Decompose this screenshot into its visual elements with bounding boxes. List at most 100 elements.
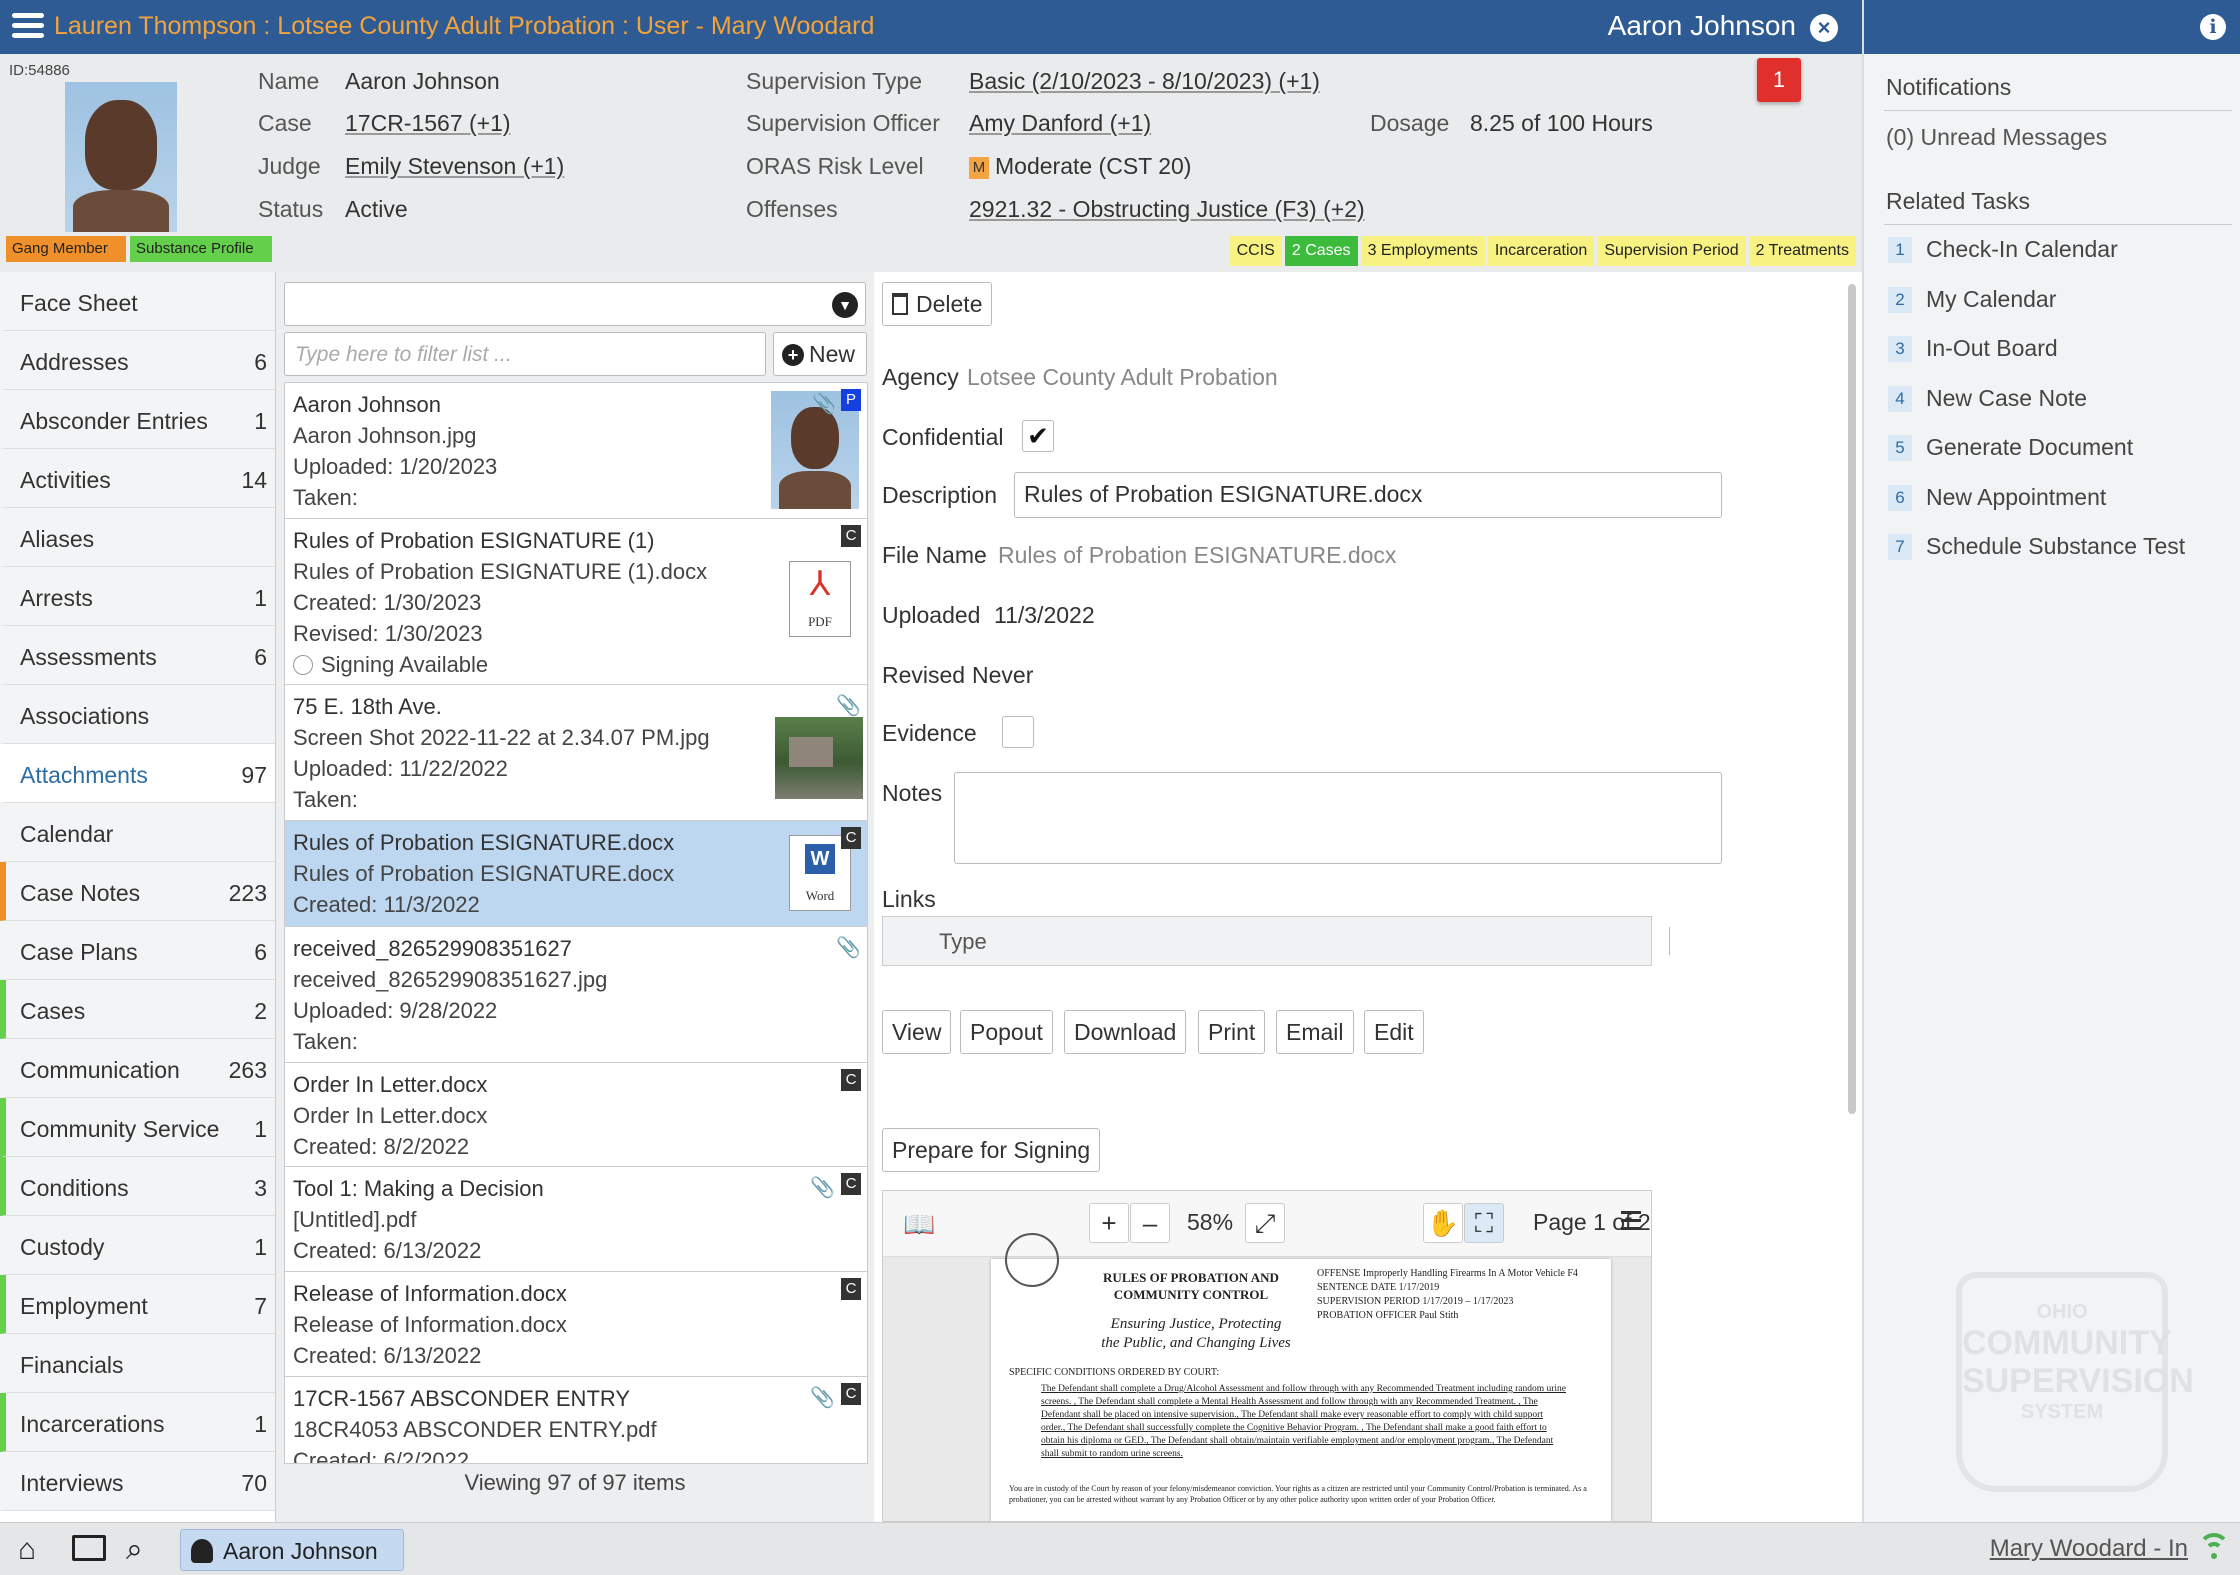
pan-hand-icon[interactable]: ✋ <box>1423 1203 1463 1243</box>
supervision-officer-label: Supervision Officer <box>746 110 940 136</box>
home-icon[interactable]: ⌂ <box>18 1533 36 1567</box>
supervision-type-link[interactable]: Basic (2/10/2023 - 8/10/2023) (+1) <box>969 68 1320 95</box>
dosage-label: Dosage <box>1370 110 1450 136</box>
print-button[interactable]: Print <box>1198 1010 1266 1054</box>
signing-available-radio[interactable]: Signing Available <box>293 649 859 680</box>
popout-button[interactable]: Popout <box>960 1010 1053 1054</box>
offenses-link[interactable]: 2921.32 - Obstructing Justice (F3) (+2) <box>969 196 1365 223</box>
list-item[interactable]: 17CR-1567 ABSCONDER ENTRY 18CR4053 ABSCO… <box>285 1377 867 1463</box>
nav-item-custody[interactable]: Custody 1 <box>0 1216 275 1275</box>
case-link[interactable]: 17CR-1567 (+1) <box>345 110 511 137</box>
nav-item-associations[interactable]: Associations <box>0 685 275 744</box>
description-input[interactable]: Rules of Probation ESIGNATURE.docx <box>1014 472 1722 518</box>
judge-link[interactable]: Emily Stevenson (+1) <box>345 153 564 180</box>
evidence-checkbox[interactable] <box>1002 716 1034 748</box>
open-client-tab[interactable]: Aaron Johnson <box>180 1529 404 1571</box>
list-item[interactable]: Aaron Johnson Aaron Johnson.jpg Uploaded… <box>285 383 867 519</box>
nav-item-conditions[interactable]: Conditions 3 <box>0 1157 275 1216</box>
task-check-in-calendar[interactable]: 1 Check-In Calendar <box>1888 236 2118 263</box>
notification-count-badge[interactable]: 1 <box>1757 58 1801 102</box>
view-button[interactable]: View <box>882 1010 952 1054</box>
doc-motto-line-2: the Public, and Changing Lives <box>1101 1335 1291 1351</box>
task-my-calendar[interactable]: 2 My Calendar <box>1888 286 2056 313</box>
menu-icon[interactable] <box>12 10 44 42</box>
task-number: 6 <box>1888 485 1912 511</box>
nav-item-activities[interactable]: Activities 14 <box>0 449 275 508</box>
doc-offense: OFFENSE Improperly Handling Firearms In … <box>1317 1268 1578 1279</box>
list-item[interactable]: Rules of Probation ESIGNATURE (1) Rules … <box>285 519 867 685</box>
nav-item-aliases[interactable]: Aliases <box>0 508 275 567</box>
badge-substance-profile[interactable]: Substance Profile <box>130 236 272 262</box>
user-status-link[interactable]: Mary Woodard - In <box>1990 1535 2188 1563</box>
nav-label: Community Service <box>20 1116 220 1142</box>
links-type-header[interactable]: Type <box>939 929 987 955</box>
task-schedule-substance-test[interactable]: 7 Schedule Substance Test <box>1888 533 2185 560</box>
filter-input[interactable]: Type here to filter list ... <box>284 332 766 376</box>
list-item[interactable]: Order In Letter.docx Order In Letter.doc… <box>285 1063 867 1167</box>
oras-value[interactable]: M Moderate (CST 20) <box>969 153 1191 180</box>
task-number: 5 <box>1888 435 1912 461</box>
nav-item-case-notes[interactable]: Case Notes 223 <box>0 862 275 921</box>
doc-section-heading: SPECIFIC CONDITIONS ORDERED BY COURT: <box>1009 1367 1220 1378</box>
info-icon[interactable]: i <box>2200 14 2226 40</box>
task-new-case-note[interactable]: 4 New Case Note <box>1888 385 2087 412</box>
fit-page-icon[interactable]: ⛶ <box>1464 1203 1504 1243</box>
nav-item-attachments[interactable]: Attachments 97 <box>0 744 275 803</box>
list-item[interactable]: Tool 1: Making a Decision [Untitled].pdf… <box>285 1167 867 1272</box>
email-button[interactable]: Email <box>1276 1010 1354 1054</box>
nav-item-addresses[interactable]: Addresses 6 <box>0 331 275 390</box>
nav-item-cases[interactable]: Cases 2 <box>0 980 275 1039</box>
nav-count: 14 <box>241 467 267 493</box>
evidence-label: Evidence <box>882 720 977 746</box>
confidential-checkbox[interactable]: ✔ <box>1022 420 1054 452</box>
badge-gang-member[interactable]: Gang Member <box>6 236 126 262</box>
detail-scrollbar[interactable] <box>1848 284 1856 1114</box>
close-client-icon[interactable]: × <box>1810 14 1838 42</box>
tag-supervision-period[interactable]: Supervision Period <box>1597 236 1746 266</box>
list-item[interactable]: 75 E. 18th Ave. Screen Shot 2022-11-22 a… <box>285 685 867 821</box>
nav-item-interviews[interactable]: Interviews 70 <box>0 1452 275 1511</box>
nav-item-community-service[interactable]: Community Service 1 <box>0 1098 275 1157</box>
edit-button[interactable]: Edit <box>1364 1010 1424 1054</box>
nav-item-absconder-entries[interactable]: Absconder Entries 1 <box>0 390 275 449</box>
nav-item-arrests[interactable]: Arrests 1 <box>0 567 275 626</box>
nav-item-case-plans[interactable]: Case Plans 6 <box>0 921 275 980</box>
viewer-menu-icon[interactable] <box>1621 1211 1641 1230</box>
attachment-type-select[interactable]: ▼ <box>284 282 866 326</box>
tag-incarceration[interactable]: Incarceration <box>1487 236 1595 266</box>
tag-cases[interactable]: 2 Cases <box>1284 236 1358 266</box>
list-item[interactable]: Release of Information.docx Release of I… <box>285 1272 867 1377</box>
nav-label: Interviews <box>20 1470 124 1496</box>
task-new-appointment[interactable]: 6 New Appointment <box>1888 484 2106 511</box>
nav-item-employment[interactable]: Employment 7 <box>0 1275 275 1334</box>
list-item-selected[interactable]: Rules of Probation ESIGNATURE.docx Rules… <box>285 821 867 927</box>
nav-item-communication[interactable]: Communication 263 <box>0 1039 275 1098</box>
nav-item-incarcerations[interactable]: Incarcerations 1 <box>0 1393 275 1452</box>
task-label: New Case Note <box>1926 385 2088 411</box>
task-generate-document[interactable]: 5 Generate Document <box>1888 434 2133 461</box>
search-icon[interactable]: ⌕ <box>126 1533 143 1567</box>
unread-messages-link[interactable]: (0) Unread Messages <box>1886 124 2107 151</box>
dashboard-icon[interactable] <box>72 1535 106 1561</box>
notes-textarea[interactable] <box>954 772 1722 864</box>
book-icon[interactable]: 📖 <box>903 1209 935 1240</box>
list-item[interactable]: received_826529908351627 received_826529… <box>285 927 867 1063</box>
supervision-officer-link[interactable]: Amy Danford (+1) <box>969 110 1151 137</box>
client-header: ID:54886 Gang Member Substance Profile N… <box>0 54 1862 272</box>
tag-treatments[interactable]: 2 Treatments <box>1748 236 1856 266</box>
tag-ccis[interactable]: CCIS <box>1229 236 1282 266</box>
expand-icon[interactable]: ⤢ <box>1245 1203 1285 1243</box>
zoom-out-button[interactable]: – <box>1130 1203 1170 1243</box>
tag-employments[interactable]: 3 Employments <box>1360 236 1485 266</box>
nav-item-face-sheet[interactable]: Face Sheet <box>0 272 275 331</box>
delete-button[interactable]: Delete <box>882 282 993 326</box>
nav-item-calendar[interactable]: Calendar <box>0 803 275 862</box>
zoom-in-button[interactable]: + <box>1089 1203 1129 1243</box>
new-attachment-button[interactable]: + New <box>773 332 867 376</box>
nav-item-financials[interactable]: Financials <box>0 1334 275 1393</box>
task-in-out-board[interactable]: 3 In-Out Board <box>1888 335 2058 362</box>
download-button[interactable]: Download <box>1064 1010 1187 1054</box>
prepare-for-signing-button[interactable]: Prepare for Signing <box>882 1128 1101 1172</box>
new-label: New <box>809 341 856 367</box>
nav-item-assessments[interactable]: Assessments 6 <box>0 626 275 685</box>
